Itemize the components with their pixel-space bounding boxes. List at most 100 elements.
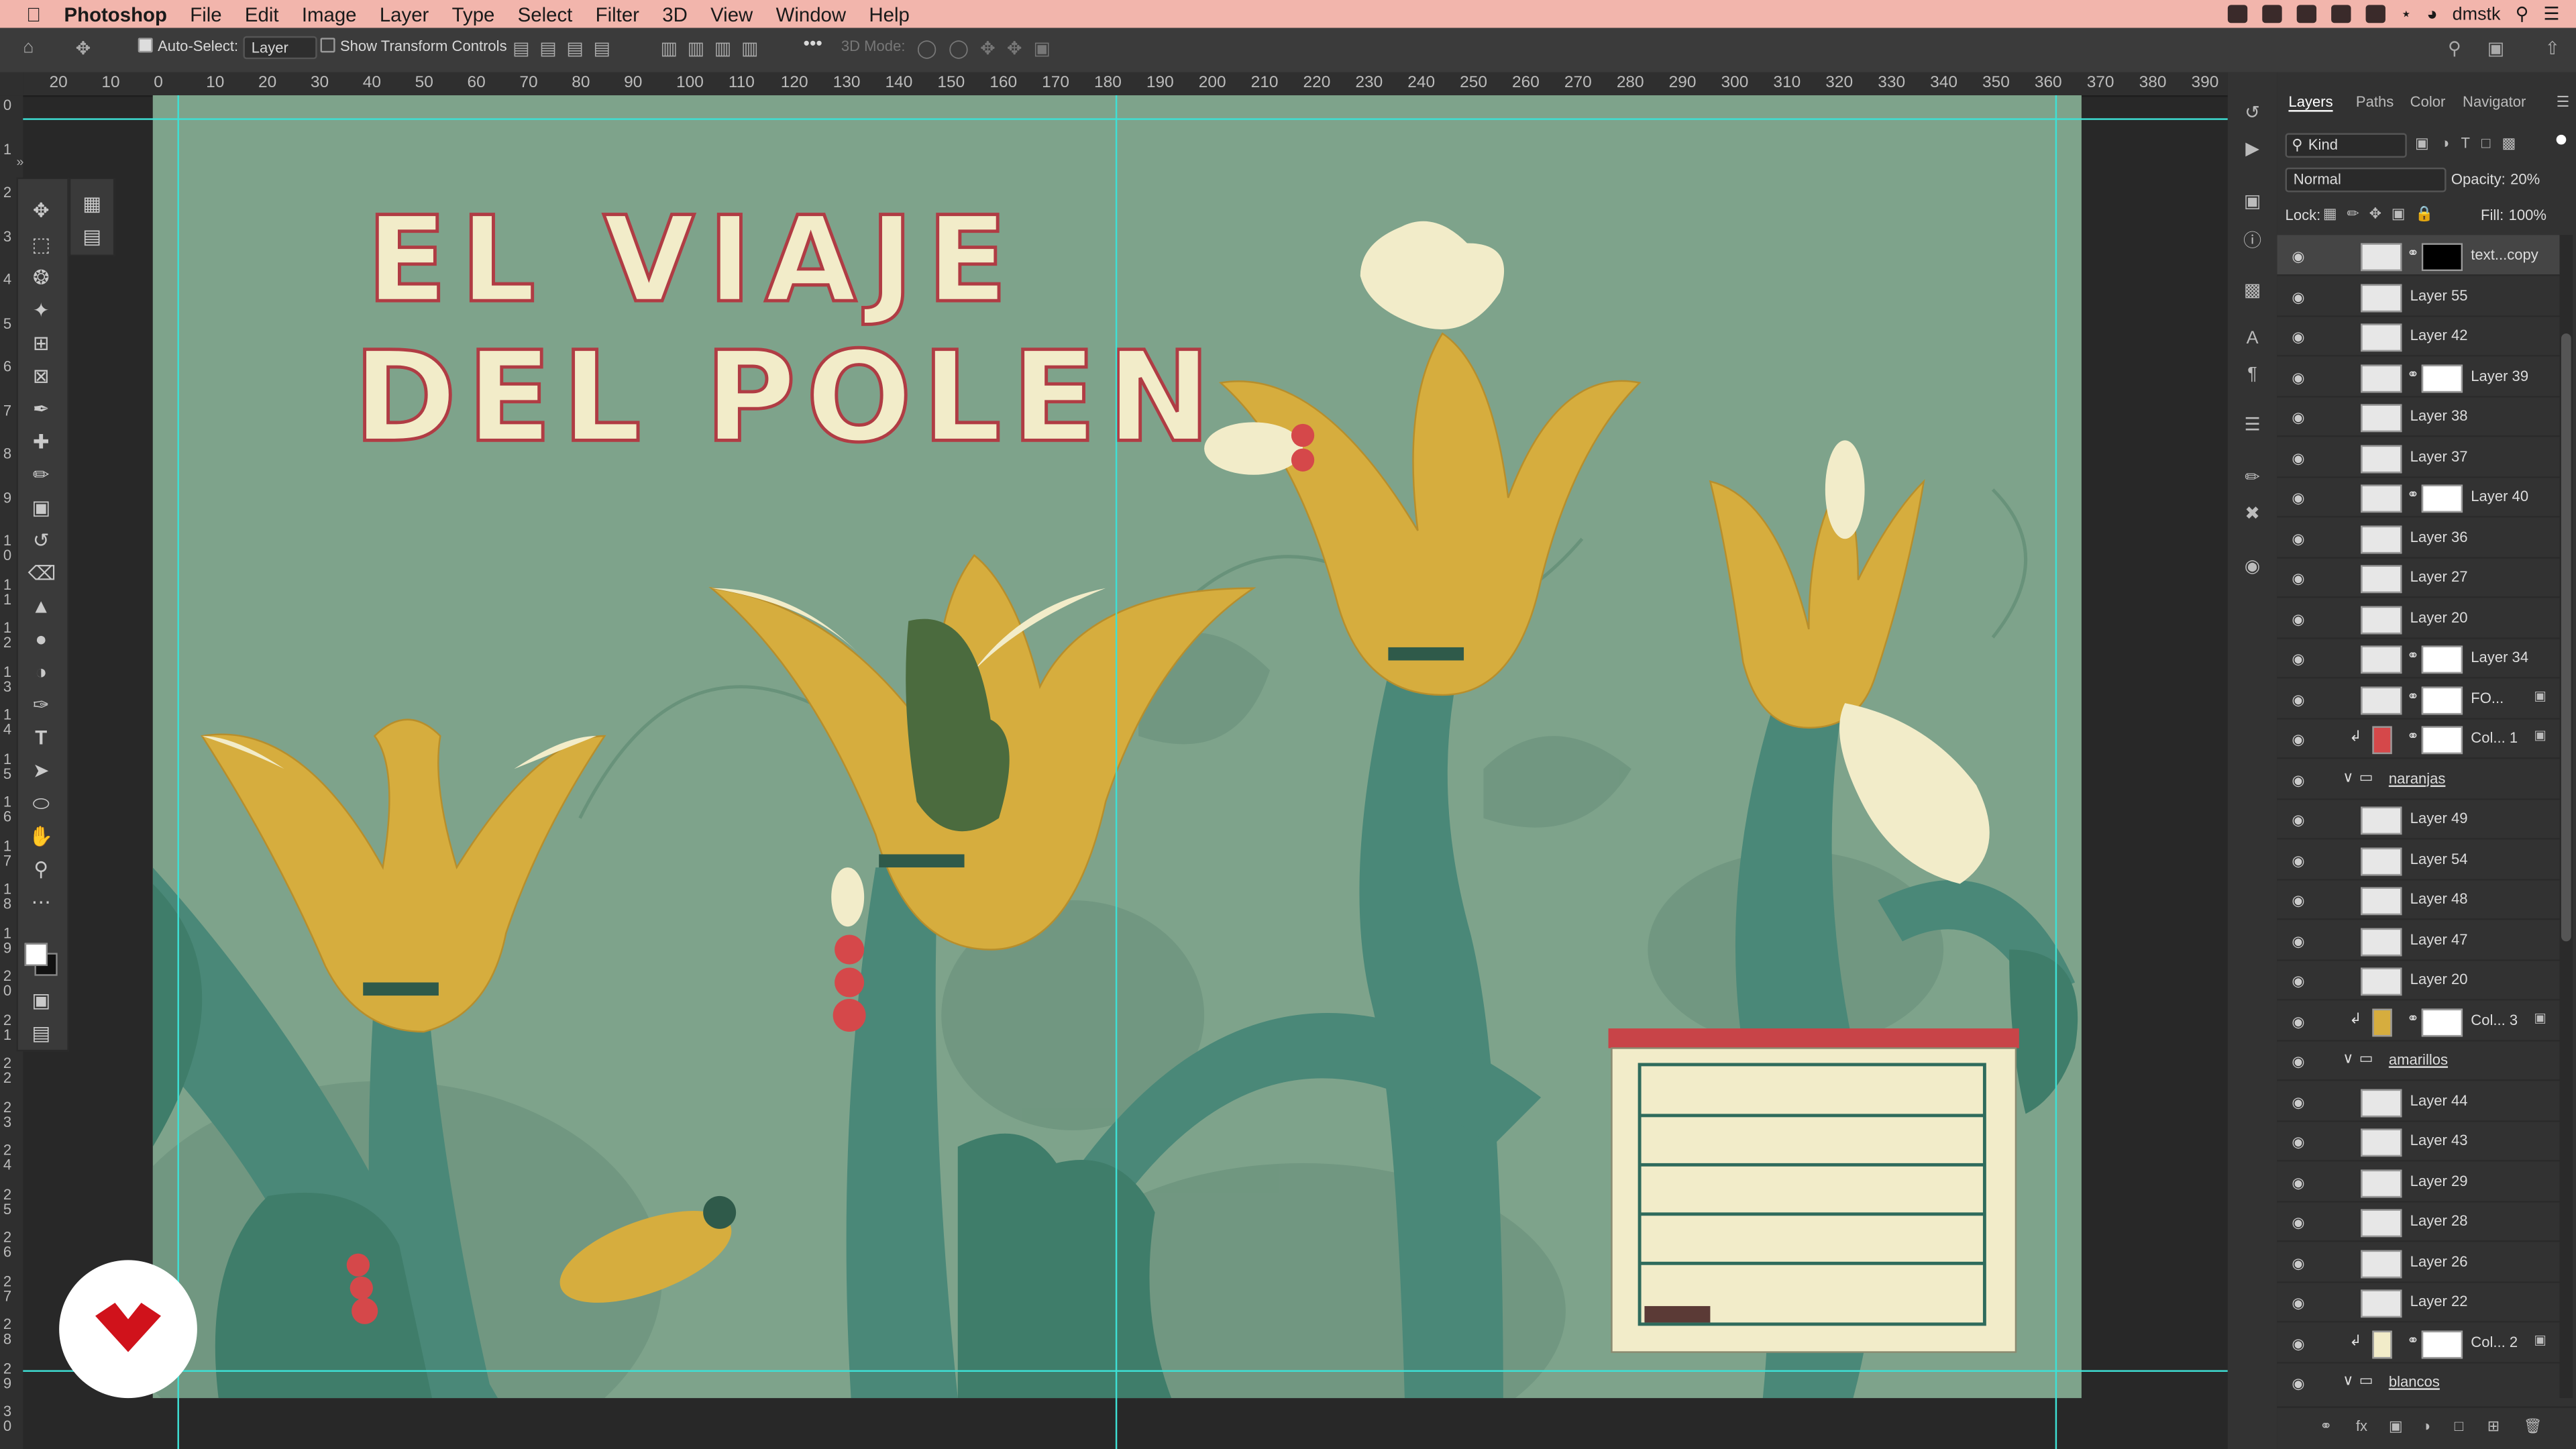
clone-source-icon[interactable]: ▩ xyxy=(2241,279,2263,302)
blur-tool-icon[interactable]: ● xyxy=(28,628,54,651)
layer-mask-thumbnail[interactable] xyxy=(2421,1008,2463,1036)
layer-name[interactable]: Layer 27 xyxy=(2410,568,2468,584)
visibility-eye-icon[interactable]: ◉ xyxy=(2292,771,2304,790)
visibility-eye-icon[interactable]: ◉ xyxy=(2292,1214,2304,1232)
layer-row[interactable]: ◉ Layer 29 xyxy=(2277,1161,2560,1202)
layer-scrollbar-thumb[interactable] xyxy=(2561,333,2571,942)
eraser-tool-icon[interactable]: ⌫ xyxy=(28,562,56,585)
visibility-eye-icon[interactable]: ◉ xyxy=(2292,1093,2304,1112)
zoom-tool-icon[interactable]: ⚲ xyxy=(28,857,54,880)
path-selection-icon[interactable]: ➤ xyxy=(28,759,54,782)
layer-name[interactable]: Layer 43 xyxy=(2410,1132,2468,1148)
sync-icon[interactable] xyxy=(2331,5,2351,23)
layer-row[interactable]: ◉ ⚭ Layer 34 xyxy=(2277,637,2560,679)
app-menu[interactable]: Photoshop xyxy=(64,3,167,25)
collapse-toolbar-icon[interactable]: » xyxy=(16,154,23,169)
3d-panel-icon[interactable]: ▣ xyxy=(2241,191,2263,213)
visibility-eye-icon[interactable]: ◉ xyxy=(2292,329,2304,347)
layer-name[interactable]: Layer 49 xyxy=(2410,810,2468,826)
layer-name[interactable]: Layer 34 xyxy=(2471,649,2528,665)
3d-mode-icons[interactable]: ◯◯✥✥▣ xyxy=(917,38,1063,59)
layer-name[interactable]: Layer 40 xyxy=(2471,488,2528,504)
transform-controls-checkbox[interactable]: Show Transform Controls xyxy=(320,38,507,54)
layer-row[interactable]: ◉ Layer 20 xyxy=(2277,597,2560,639)
adjustment-layer-icon[interactable]: ◑ xyxy=(2422,1417,2430,1434)
visibility-eye-icon[interactable]: ◉ xyxy=(2292,1295,2304,1313)
swatches-icon[interactable]: ◉ xyxy=(2241,555,2263,578)
link-layers-icon[interactable]: ⚭ xyxy=(2320,1417,2332,1436)
workspace-icon[interactable]: ▣ xyxy=(2487,38,2504,59)
layer-row[interactable]: ◉ ∨ ▭ amarillos xyxy=(2277,1040,2560,1081)
home-icon[interactable]: ⌂ xyxy=(23,38,34,57)
visibility-eye-icon[interactable]: ◉ xyxy=(2292,449,2304,468)
paragraph-panel-icon[interactable]: ¶ xyxy=(2241,365,2263,388)
layer-row[interactable]: ◉ Layer 44 xyxy=(2277,1080,2560,1122)
filter-toggle-icon[interactable] xyxy=(2556,134,2567,145)
menu-layer[interactable]: Layer xyxy=(380,3,429,25)
link-chain-icon[interactable]: ⚭ xyxy=(2407,1332,2419,1350)
info-panel-icon[interactable]: ⓘ xyxy=(2241,227,2263,251)
apple-menu-icon[interactable]:  xyxy=(26,3,41,25)
edit-toolbar-icon[interactable]: ⋯ xyxy=(28,890,54,913)
quick-mask-icon[interactable]: ▣ xyxy=(28,989,54,1012)
delete-layer-icon[interactable]: 🗑 xyxy=(2524,1417,2542,1436)
brush-settings-icon[interactable]: ✏ xyxy=(2241,467,2263,490)
layer-name[interactable]: Layer 44 xyxy=(2410,1091,2468,1108)
layer-row[interactable]: ◉ Layer 38 xyxy=(2277,396,2560,437)
guide-horizontal-bottom[interactable] xyxy=(23,1370,2228,1372)
link-chain-icon[interactable]: ⚭ xyxy=(2407,486,2419,504)
filter-kind-dropdown[interactable]: ⚲ Kind xyxy=(2285,133,2407,158)
lasso-tool-icon[interactable]: ❂ xyxy=(28,266,54,289)
horizontal-ruler[interactable]: 20 10 0 10 20 30 40 50 60 70 80 90 100 110 120 130 140 15… xyxy=(23,72,2228,97)
layer-name[interactable]: Layer 22 xyxy=(2410,1293,2468,1309)
brush-tool-icon[interactable]: ✏ xyxy=(28,464,54,486)
layer-name[interactable]: Layer 47 xyxy=(2410,930,2468,947)
menu-type[interactable]: Type xyxy=(452,3,495,25)
group-expand-icon[interactable]: ∨ xyxy=(2343,768,2353,786)
tab-layers[interactable]: Layers xyxy=(2288,94,2333,112)
paint-bucket-icon[interactable]: ▲ xyxy=(28,595,54,618)
visibility-eye-icon[interactable]: ◉ xyxy=(2292,288,2304,307)
group-expand-icon[interactable]: ∨ xyxy=(2343,1372,2353,1390)
type-tool-icon[interactable]: T xyxy=(28,726,54,749)
layer-row[interactable]: ◉ Layer 27 xyxy=(2277,557,2560,598)
wifi-icon[interactable]: ◕ xyxy=(2426,4,2437,23)
guide-horizontal-top[interactable] xyxy=(23,118,2228,120)
layer-name[interactable]: Col... 3 xyxy=(2471,1011,2518,1027)
layer-name[interactable]: Layer 48 xyxy=(2410,890,2468,906)
link-chain-icon[interactable]: ⚭ xyxy=(2407,245,2419,263)
layer-mask-thumbnail[interactable] xyxy=(2421,726,2463,755)
group-name[interactable]: blancos xyxy=(2389,1373,2440,1389)
move-tool-icon[interactable]: ✥ xyxy=(76,38,91,59)
layer-style-icon[interactable]: fx xyxy=(2356,1417,2367,1434)
visibility-eye-icon[interactable]: ◉ xyxy=(2292,812,2304,830)
blend-mode-dropdown[interactable]: Normal xyxy=(2285,167,2447,193)
layer-row[interactable]: ◉ ⚭ Layer 40 xyxy=(2277,476,2560,518)
visibility-eye-icon[interactable]: ◉ xyxy=(2292,1375,2304,1393)
display-icon[interactable] xyxy=(2365,5,2386,23)
align-icons[interactable]: ▤▤▤▤ xyxy=(513,38,621,59)
visibility-eye-icon[interactable]: ◉ xyxy=(2292,932,2304,951)
app-status-icon[interactable] xyxy=(2297,5,2317,23)
opacity-value[interactable]: 20% xyxy=(2510,171,2540,187)
visibility-eye-icon[interactable]: ◉ xyxy=(2292,973,2304,991)
grid-icon[interactable]: ▤ xyxy=(79,225,105,248)
visibility-eye-icon[interactable]: ◉ xyxy=(2292,248,2304,266)
frame-tool-icon[interactable]: ⊠ xyxy=(28,365,54,388)
layer-name[interactable]: Layer 29 xyxy=(2410,1172,2468,1188)
auto-select-dropdown[interactable]: Layer xyxy=(243,36,317,60)
layer-name[interactable]: Layer 28 xyxy=(2410,1212,2468,1228)
layer-row[interactable]: ◉ ∨ ▭ naranjas xyxy=(2277,758,2560,800)
visibility-eye-icon[interactable]: ◉ xyxy=(2292,1053,2304,1071)
healing-brush-icon[interactable]: ✚ xyxy=(28,431,54,453)
visibility-eye-icon[interactable]: ◉ xyxy=(2292,852,2304,870)
layer-row[interactable]: ◉ ↲ ⚭ ▣ Col... 3 xyxy=(2277,1000,2560,1041)
visibility-eye-icon[interactable]: ◉ xyxy=(2292,409,2304,427)
menu-window[interactable]: Window xyxy=(776,3,847,25)
visibility-eye-icon[interactable]: ◉ xyxy=(2292,570,2304,588)
properties-panel-icon[interactable]: ☰ xyxy=(2241,414,2263,437)
new-group-icon[interactable]: □ xyxy=(2455,1417,2463,1434)
dodge-tool-icon[interactable]: ◑ xyxy=(28,660,54,683)
layer-row[interactable]: ◉ Layer 43 xyxy=(2277,1120,2560,1162)
visibility-eye-icon[interactable]: ◉ xyxy=(2292,490,2304,508)
